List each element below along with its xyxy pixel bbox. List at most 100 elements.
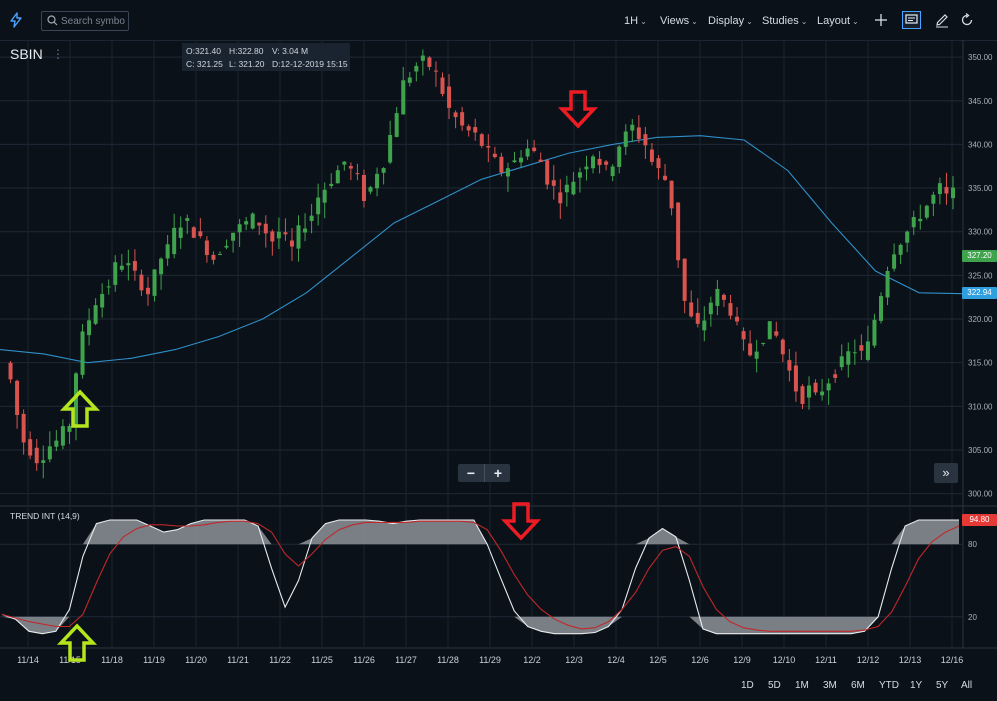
candle-body (250, 213, 255, 229)
candle-body (820, 391, 825, 396)
timeframe-1d[interactable]: 1D (741, 680, 754, 691)
candle-body (375, 173, 380, 189)
candle-body (172, 227, 177, 255)
studies-menu[interactable]: Studies ⌄ (762, 15, 807, 27)
candle-body (918, 218, 923, 222)
chart-canvas[interactable]: 350.00 345.00 340.00 335.00 330.00 325.00 320.… (0, 40, 997, 676)
time-tick-label: 11/18 (101, 655, 123, 665)
time-tick-label: 12/13 (899, 655, 922, 665)
candle-body (931, 194, 936, 204)
zoom-out-button[interactable]: − (458, 464, 484, 482)
lightning-icon[interactable] (8, 12, 24, 28)
candle-body (100, 293, 105, 308)
candle-body (538, 159, 543, 163)
timeframe-ytd[interactable]: YTD (879, 680, 899, 691)
candle-body (735, 316, 740, 322)
candle-body (702, 320, 707, 331)
scroll-to-latest-button[interactable]: » (934, 463, 958, 483)
interval-label: 1H (624, 15, 639, 27)
time-tick-label: 12/2 (523, 655, 541, 665)
timeframe-6m[interactable]: 6M (851, 680, 865, 691)
time-tick-label: 11/14 (17, 655, 39, 665)
candle-body (28, 439, 33, 456)
candle-body (584, 166, 589, 170)
candle-body (833, 374, 838, 378)
timeframe-1m[interactable]: 1M (795, 680, 809, 691)
candle-body (283, 232, 288, 235)
candle-body (296, 225, 301, 249)
candle-body (126, 263, 131, 266)
price-tick-label: 315.00 (968, 359, 993, 368)
candle-body (839, 356, 844, 368)
candle-body (152, 269, 157, 296)
search-input[interactable] (61, 14, 125, 28)
candle-body (139, 274, 144, 291)
plus-icon[interactable] (873, 12, 889, 28)
views-menu[interactable]: Views ⌄ (660, 15, 698, 27)
close-value: C: 321.25 (186, 59, 223, 69)
more-options-icon[interactable]: ⋮ (52, 47, 64, 61)
chevron-down-icon: ⌄ (640, 17, 647, 26)
price-tick-label: 350.00 (968, 53, 993, 62)
candle-body (780, 339, 785, 355)
candle-body (525, 148, 530, 157)
candle-body (224, 245, 229, 248)
candle-body (67, 426, 72, 432)
search-box[interactable] (41, 11, 129, 31)
time-tick-label: 12/3 (565, 655, 583, 665)
candle-body (231, 232, 236, 241)
candle-body (276, 231, 281, 239)
high-value: H:322.80 (229, 46, 264, 56)
time-tick-label: 12/16 (941, 655, 964, 665)
candle-body (473, 127, 478, 133)
candle-body (728, 303, 733, 316)
candle-body (15, 380, 20, 415)
candle-body (191, 227, 196, 238)
timeframe-all[interactable]: All (961, 680, 972, 691)
refresh-icon[interactable] (959, 12, 975, 28)
red-down-arrow (557, 90, 599, 129)
candle-body (87, 320, 92, 336)
time-tick-label: 11/27 (395, 655, 417, 665)
pencil-icon[interactable] (934, 12, 950, 28)
candle-body (34, 447, 39, 464)
candle-body (21, 413, 26, 443)
timeframe-3m[interactable]: 3M (823, 680, 837, 691)
time-tick-label: 11/29 (479, 655, 501, 665)
candle-body (381, 168, 386, 173)
candle-body (8, 362, 13, 380)
price-tick-label: 335.00 (968, 184, 993, 193)
candle-body (767, 321, 772, 340)
candle-body (551, 180, 556, 186)
time-tick-label: 12/6 (691, 655, 709, 665)
candle-body (41, 460, 46, 463)
timeframe-1y[interactable]: 1Y (910, 680, 922, 691)
zoom-in-button[interactable]: + (484, 464, 511, 482)
layout-menu[interactable]: Layout ⌄ (817, 15, 859, 27)
candle-body (800, 386, 805, 404)
candle-body (303, 228, 308, 233)
chat-icon[interactable] (902, 11, 921, 29)
candle-body (270, 231, 275, 242)
indicator-label[interactable]: TREND INT (14,9) (10, 511, 80, 521)
symbol-label[interactable]: SBIN (10, 46, 43, 62)
candle-body (879, 296, 884, 321)
candle-body (545, 160, 550, 185)
candle-body (60, 426, 65, 446)
candle-body (335, 170, 340, 184)
candle-body (466, 126, 471, 131)
interval-dropdown[interactable]: 1H ⌄ (624, 15, 647, 27)
zoom-controls: − + (458, 464, 510, 482)
timeframe-5y[interactable]: 5Y (936, 680, 948, 691)
candle-body (440, 77, 445, 94)
candle-body (217, 253, 222, 255)
candle-body (453, 112, 458, 118)
display-menu[interactable]: Display ⌄ (708, 15, 753, 27)
studies-label: Studies (762, 15, 799, 27)
candle-body (911, 217, 916, 228)
timeframe-5d[interactable]: 5D (768, 680, 781, 691)
candle-body (636, 127, 641, 139)
candle-body (937, 183, 942, 194)
candle-body (689, 302, 694, 317)
last-price-badge: 327.20 (962, 250, 997, 262)
